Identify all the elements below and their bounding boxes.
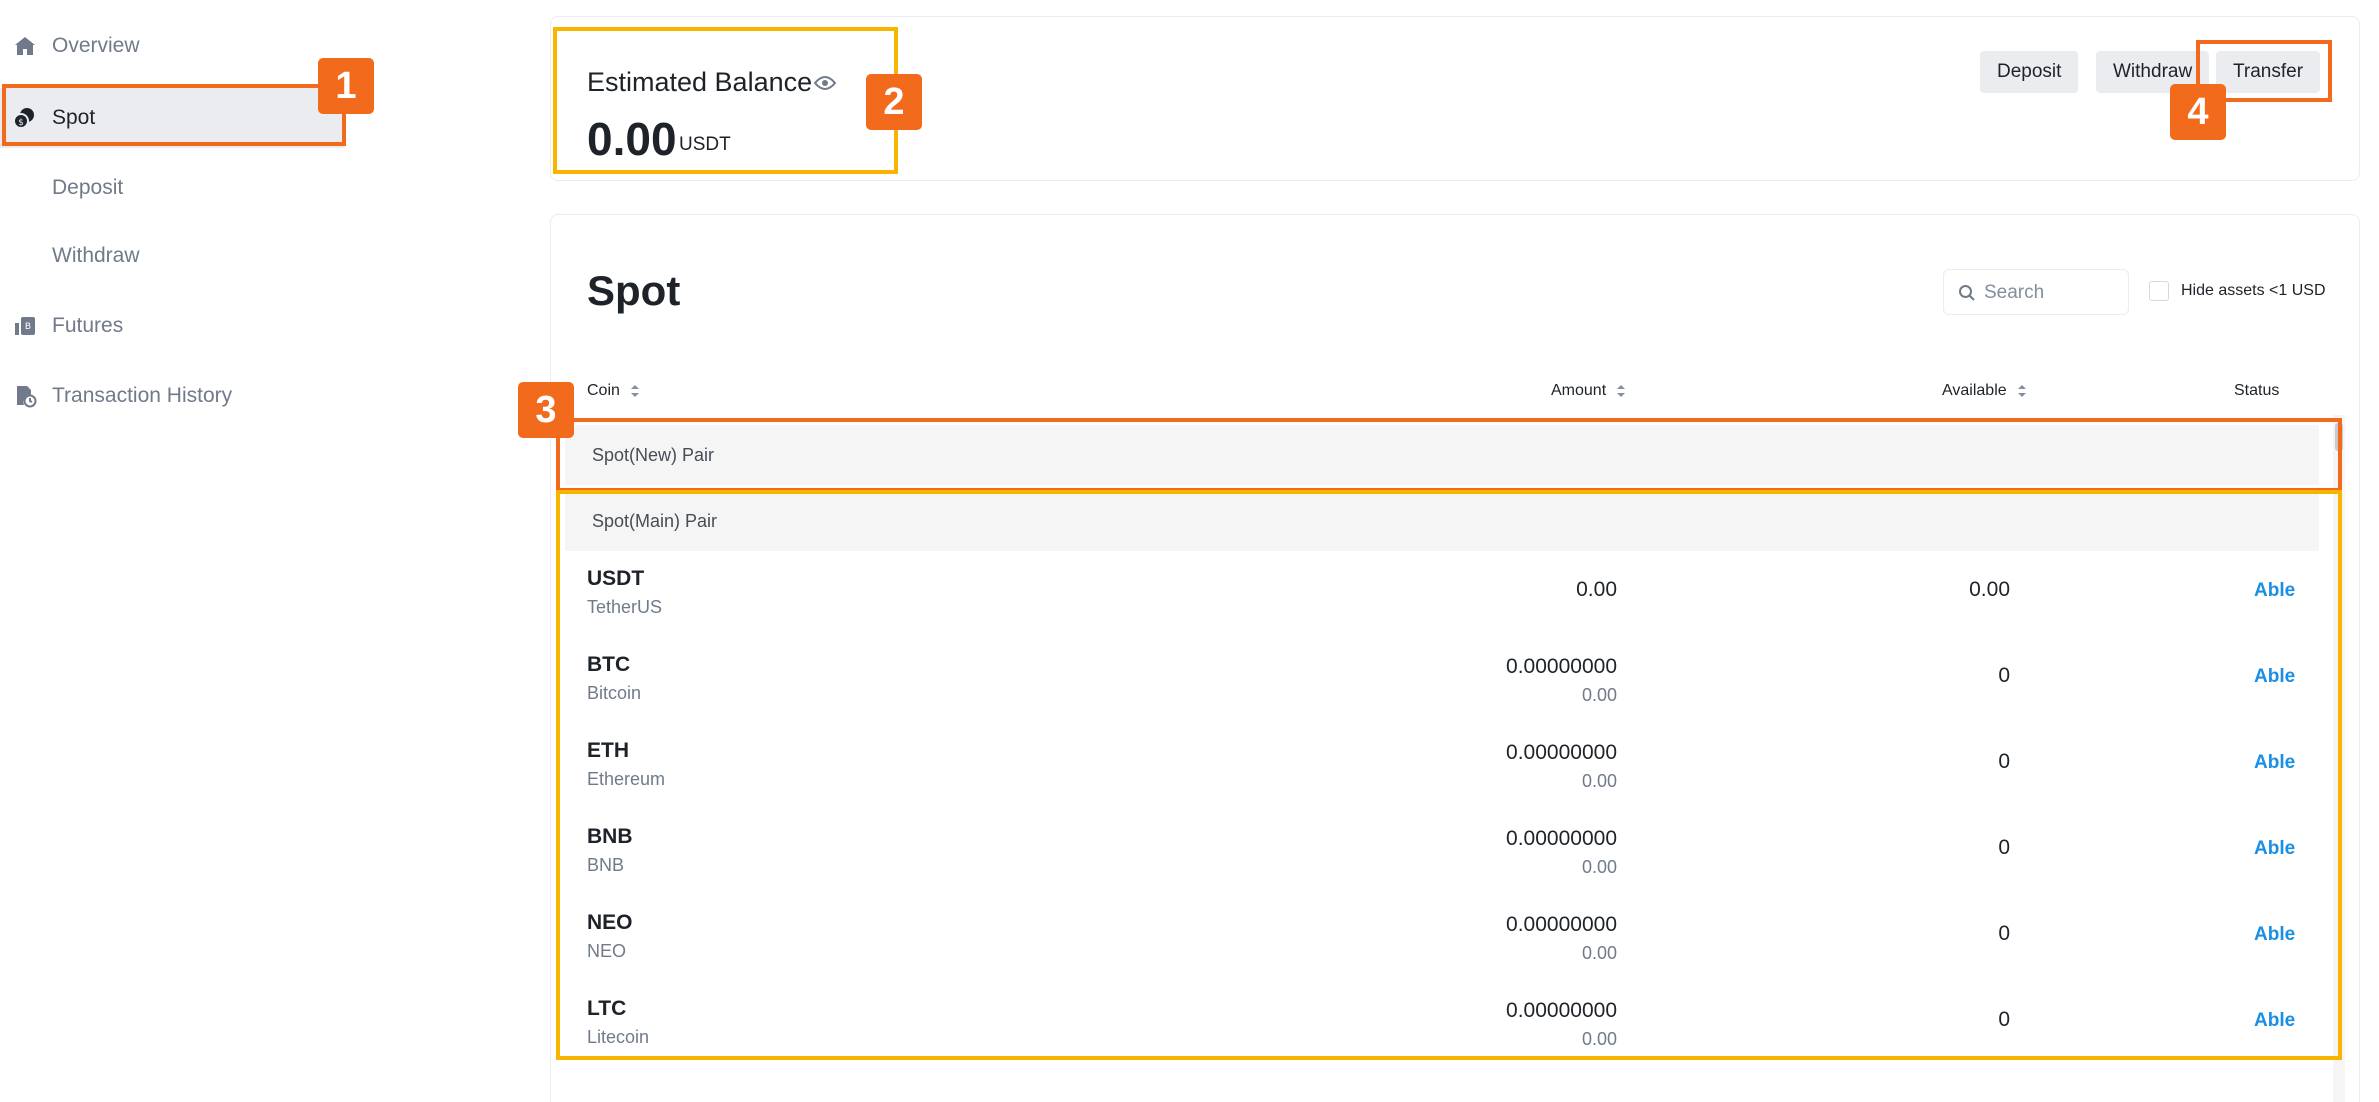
estimated-balance-card: Estimated Balance 0.00 USDT Deposit With… — [550, 16, 2360, 181]
estimated-balance-title: Estimated Balance — [587, 67, 813, 97]
sort-icon — [2017, 385, 2026, 397]
column-header-label: Amount — [1551, 382, 1607, 399]
column-header-label: Status — [2234, 382, 2280, 399]
annotation-badge-2: 2 — [866, 74, 922, 130]
coin-name: TetherUS — [587, 597, 663, 617]
coin-amount: 0.00000000 — [1506, 655, 1617, 678]
sidebar-item-deposit[interactable]: Deposit — [0, 158, 345, 218]
status-link[interactable]: Able — [2254, 752, 2295, 774]
group-label: Spot(Main) Pair — [592, 510, 718, 531]
coin-amount: 0.00000000 — [1506, 741, 1617, 764]
annotation-badge-3: 3 — [518, 382, 574, 438]
coin-amount-usd: 0.00 — [1581, 771, 1617, 791]
sidebar-item-futures[interactable]: B Futures — [0, 296, 345, 356]
group-label: Spot(New) Pair — [592, 444, 715, 465]
transfer-button[interactable]: Transfer — [2216, 51, 2321, 93]
table-row: NEO NEO 0.00000000 0.00 0 Able — [565, 899, 2319, 985]
coin-symbol: BNB — [587, 825, 633, 848]
status-link[interactable]: Able — [2254, 580, 2295, 602]
home-icon — [15, 37, 35, 55]
search-box[interactable] — [1943, 269, 2129, 315]
svg-text:B: B — [25, 322, 31, 332]
coin-available: 0.00 — [1969, 578, 2010, 601]
sidebar-item-label: Deposit — [52, 176, 124, 199]
table-row: USDT TetherUS 0.00 0.00 Able — [565, 555, 2319, 641]
table-row: LTC Litecoin 0.00000000 0.00 0 Able — [565, 985, 2319, 1071]
coin-symbol: NEO — [587, 911, 633, 934]
sidebar-item-label: Futures — [52, 314, 124, 337]
status-link[interactable]: Able — [2254, 1010, 2295, 1032]
balance-unit: USDT — [679, 134, 731, 155]
status-link[interactable]: Able — [2254, 924, 2295, 946]
column-header-coin[interactable]: Coin — [587, 382, 640, 400]
group-row-spot-main[interactable]: Spot(Main) Pair — [565, 491, 2319, 551]
table-row: BNB BNB 0.00000000 0.00 0 Able — [565, 813, 2319, 899]
spot-assets-card: Spot Hide assets <1 USD Coin Amount — [550, 214, 2360, 1102]
coin-available: 0 — [1998, 1008, 2010, 1031]
futures-icon: B — [15, 317, 35, 335]
scrollbar-thumb[interactable] — [2335, 423, 2343, 451]
sidebar: Overview $ Spot Deposit Withdraw B Futur… — [0, 0, 355, 1102]
coin-available: 0 — [1998, 664, 2010, 687]
table-row: BTC Bitcoin 0.00000000 0.00 0 Able — [565, 641, 2319, 727]
sidebar-item-label: Overview — [52, 34, 140, 57]
sort-icon — [630, 385, 639, 397]
coin-name: Litecoin — [587, 1027, 650, 1047]
coin-symbol: LTC — [587, 997, 627, 1020]
coin-amount-usd: 0.00 — [1581, 685, 1617, 705]
coin-name: Ethereum — [587, 769, 666, 789]
coin-available: 0 — [1998, 922, 2010, 945]
coin-symbol: BTC — [587, 653, 631, 676]
coin-amount: 0.00 — [1576, 578, 1617, 601]
group-row-spot-new[interactable]: Spot(New) Pair — [565, 425, 2319, 485]
coin-symbol: ETH — [587, 739, 629, 762]
eye-icon[interactable] — [814, 75, 836, 91]
coin-amount: 0.00000000 — [1506, 827, 1617, 850]
sidebar-item-label: Spot — [52, 106, 96, 129]
sidebar-item-label: Transaction History — [52, 384, 233, 407]
sidebar-item-overview[interactable]: Overview — [0, 16, 345, 76]
svg-text:$: $ — [18, 118, 24, 128]
coin-available: 0 — [1998, 750, 2010, 773]
coin-available: 0 — [1998, 836, 2010, 859]
coin-amount: 0.00000000 — [1506, 913, 1617, 936]
hide-small-assets-toggle[interactable]: Hide assets <1 USD — [2149, 281, 2326, 301]
sidebar-item-spot[interactable]: $ Spot — [0, 88, 345, 148]
column-header-label: Available — [1942, 382, 2007, 399]
column-header-available[interactable]: Available — [1942, 382, 2027, 400]
scrollbar-track[interactable] — [2333, 415, 2345, 1102]
column-header-status: Status — [2234, 382, 2279, 400]
coin-amount-usd: 0.00 — [1581, 1029, 1617, 1049]
sidebar-item-label: Withdraw — [52, 244, 140, 267]
coin-name: Bitcoin — [587, 683, 642, 703]
coin-name: BNB — [587, 855, 625, 875]
status-link[interactable]: Able — [2254, 838, 2295, 860]
coin-name: NEO — [587, 941, 627, 961]
sort-icon — [1617, 385, 1626, 397]
deposit-button[interactable]: Deposit — [1980, 51, 2079, 93]
status-link[interactable]: Able — [2254, 666, 2295, 688]
balance-amount: 0.00 — [587, 113, 677, 165]
sidebar-item-transaction-history[interactable]: Transaction History — [0, 366, 345, 426]
table-row: ETH Ethereum 0.00000000 0.00 0 Able — [565, 727, 2319, 813]
search-input[interactable] — [1984, 278, 2122, 308]
spot-title: Spot — [587, 267, 681, 314]
column-header-amount[interactable]: Amount — [1551, 382, 1626, 400]
annotation-badge-4: 4 — [2170, 84, 2226, 140]
wallet-page: Overview $ Spot Deposit Withdraw B Futur… — [0, 0, 2379, 1102]
history-icon — [17, 386, 37, 408]
coin-amount: 0.00000000 — [1506, 999, 1617, 1022]
coin-amount-usd: 0.00 — [1581, 857, 1617, 877]
coin-amount-usd: 0.00 — [1581, 943, 1617, 963]
column-header-label: Coin — [587, 382, 620, 399]
annotation-badge-1: 1 — [318, 58, 374, 114]
spot-wallet-icon: $ — [13, 108, 34, 129]
sidebar-item-withdraw[interactable]: Withdraw — [0, 226, 345, 286]
coin-symbol: USDT — [587, 567, 645, 590]
search-icon — [1959, 285, 1975, 301]
hide-small-assets-checkbox[interactable] — [2149, 281, 2169, 301]
hide-small-assets-label: Hide assets <1 USD — [2181, 282, 2326, 299]
